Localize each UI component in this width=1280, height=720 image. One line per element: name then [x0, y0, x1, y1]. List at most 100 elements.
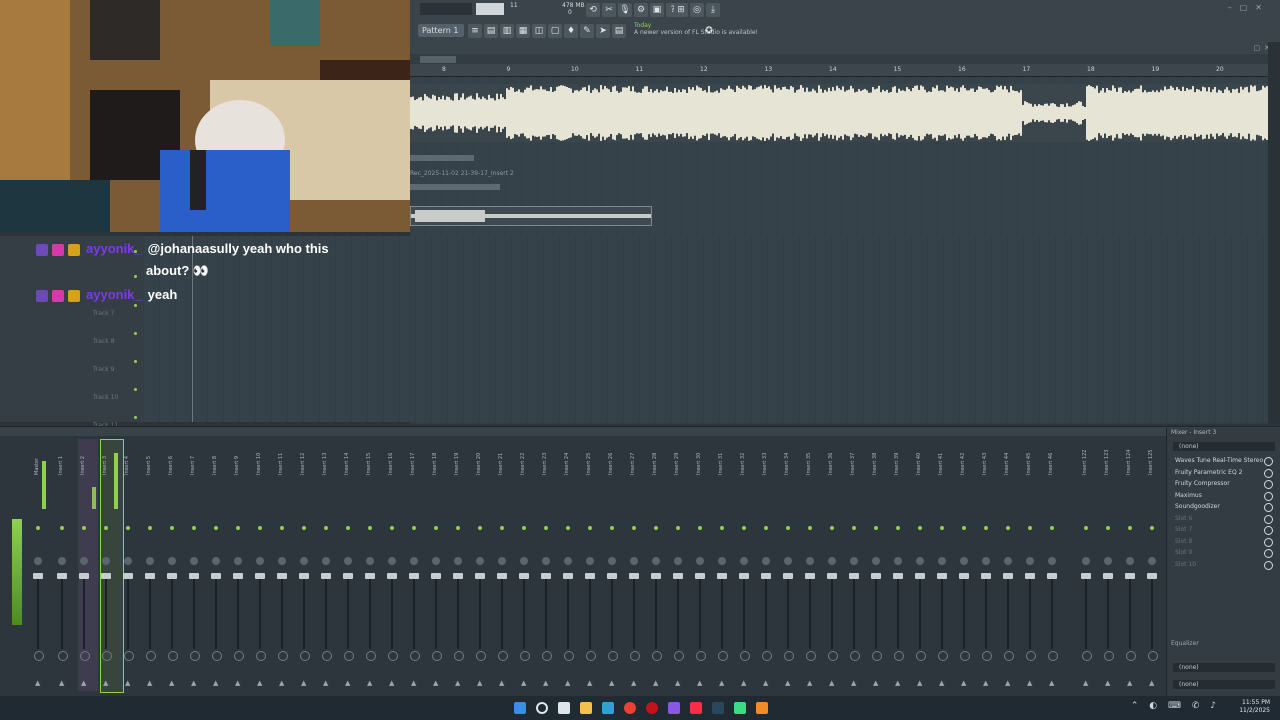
- send-knob[interactable]: [168, 651, 178, 661]
- channel-enable-led[interactable]: [1106, 526, 1110, 530]
- volume-fader[interactable]: [123, 573, 133, 579]
- channel-enable-led[interactable]: [588, 526, 592, 530]
- volume-fader[interactable]: [211, 573, 221, 579]
- send-knob[interactable]: [498, 651, 508, 661]
- channel-enable-led[interactable]: [852, 526, 856, 530]
- volume-fader[interactable]: [233, 573, 243, 579]
- volume-fader[interactable]: [343, 573, 353, 579]
- pan-knob[interactable]: [256, 557, 264, 565]
- fx-slot[interactable]: Slot 9: [1175, 548, 1277, 558]
- mixer-channel[interactable]: Insert 35 ▲: [800, 439, 820, 689]
- pan-knob[interactable]: [938, 557, 946, 565]
- route-arrow-icon[interactable]: ▲: [631, 679, 636, 687]
- pan-knob[interactable]: [1148, 557, 1156, 565]
- channel-enable-led[interactable]: [126, 526, 130, 530]
- mixer-channel[interactable]: Insert 19 ▲: [448, 439, 468, 689]
- mixer-channel[interactable]: Insert 23 ▲: [536, 439, 556, 689]
- send-knob[interactable]: [916, 651, 926, 661]
- route-arrow-icon[interactable]: ▲: [741, 679, 746, 687]
- fx-slot-mix-knob[interactable]: [1264, 537, 1273, 547]
- search-icon[interactable]: [536, 702, 548, 714]
- volume-fader[interactable]: [563, 573, 573, 579]
- pan-knob[interactable]: [1026, 557, 1034, 565]
- browser-icon[interactable]: ◫: [532, 24, 546, 38]
- task-view-icon[interactable]: [558, 702, 570, 714]
- send-knob[interactable]: [410, 651, 420, 661]
- channel-enable-led[interactable]: [632, 526, 636, 530]
- route-arrow-icon[interactable]: ▲: [917, 679, 922, 687]
- file-icon[interactable]: ▢: [548, 24, 562, 38]
- route-arrow-icon[interactable]: ▲: [873, 679, 878, 687]
- mixer-channel[interactable]: Insert 33 ▲: [756, 439, 776, 689]
- channel-enable-led[interactable]: [1128, 526, 1132, 530]
- mixer-channel[interactable]: Insert 122 ▲: [1076, 439, 1096, 689]
- route-arrow-icon[interactable]: ▲: [367, 679, 372, 687]
- send-knob[interactable]: [1104, 651, 1114, 661]
- steam-icon[interactable]: [712, 702, 724, 714]
- pan-knob[interactable]: [388, 557, 396, 565]
- playlist-timeline[interactable]: 8 9 10 11 12 13 14 15 16 17 18 19 20: [410, 64, 1268, 77]
- volume-fader[interactable]: [57, 573, 67, 579]
- route-arrow-icon[interactable]: ▲: [807, 679, 812, 687]
- fx-slot[interactable]: Slot 10: [1175, 560, 1277, 570]
- pan-knob[interactable]: [234, 557, 242, 565]
- volume-fader[interactable]: [475, 573, 485, 579]
- mixer-channel[interactable]: Insert 44 ▲: [998, 439, 1018, 689]
- route-arrow-icon[interactable]: ▲: [433, 679, 438, 687]
- channel-enable-led[interactable]: [808, 526, 812, 530]
- mixer-channel[interactable]: Insert 16 ▲: [382, 439, 402, 689]
- volume-fader[interactable]: [497, 573, 507, 579]
- route-arrow-icon[interactable]: ▲: [653, 679, 658, 687]
- route-arrow-icon[interactable]: ▲: [1083, 679, 1088, 687]
- menu-icon[interactable]: ▤: [612, 24, 626, 38]
- mixer-channel[interactable]: Insert 34 ▲: [778, 439, 798, 689]
- fx-slot-mix-knob[interactable]: [1264, 468, 1273, 478]
- mixer-channel[interactable]: Insert 32 ▲: [734, 439, 754, 689]
- channel-enable-led[interactable]: [478, 526, 482, 530]
- route-arrow-icon[interactable]: ▲: [851, 679, 856, 687]
- route-arrow-icon[interactable]: ▲: [1027, 679, 1032, 687]
- mixer-channel[interactable]: Insert 45 ▲: [1020, 439, 1040, 689]
- mixer-icon[interactable]: ▦: [516, 24, 530, 38]
- pan-knob[interactable]: [916, 557, 924, 565]
- taskbar-clock[interactable]: 11:55 PM 11/2/2025: [1239, 699, 1270, 715]
- channel-enable-led[interactable]: [104, 526, 108, 530]
- mixer-channel[interactable]: Insert 123 ▲: [1098, 439, 1118, 689]
- mixer-channel[interactable]: Insert 6 ▲: [162, 439, 182, 689]
- channel-enable-led[interactable]: [962, 526, 966, 530]
- route-arrow-icon[interactable]: ▲: [895, 679, 900, 687]
- fx-slot-mix-knob[interactable]: [1264, 491, 1273, 501]
- mixer-channel[interactable]: Insert 4 ▲: [118, 439, 138, 689]
- output-select-2[interactable]: (none): [1173, 680, 1275, 689]
- route-arrow-icon[interactable]: ▲: [257, 679, 262, 687]
- pan-knob[interactable]: [674, 557, 682, 565]
- send-knob[interactable]: [608, 651, 618, 661]
- mixer-channel[interactable]: Insert 37 ▲: [844, 439, 864, 689]
- volume-fader[interactable]: [1147, 573, 1157, 579]
- mixer-channel[interactable]: Insert 42 ▲: [954, 439, 974, 689]
- mixer-channel[interactable]: Insert 22 ▲: [514, 439, 534, 689]
- channel-enable-led[interactable]: [1084, 526, 1088, 530]
- channel-enable-led[interactable]: [170, 526, 174, 530]
- pan-knob[interactable]: [872, 557, 880, 565]
- send-knob[interactable]: [80, 651, 90, 661]
- channel-enable-led[interactable]: [390, 526, 394, 530]
- channel-enable-led[interactable]: [500, 526, 504, 530]
- file-explorer-icon[interactable]: [580, 702, 592, 714]
- fx-slot[interactable]: Maximus: [1175, 491, 1277, 501]
- volume-fader[interactable]: [431, 573, 441, 579]
- pan-knob[interactable]: [850, 557, 858, 565]
- send-knob[interactable]: [234, 651, 244, 661]
- send-knob[interactable]: [322, 651, 332, 661]
- track-label[interactable]: Track 10: [93, 394, 118, 401]
- track-enable-dot[interactable]: [134, 275, 137, 278]
- pan-knob[interactable]: [806, 557, 814, 565]
- channel-enable-led[interactable]: [1150, 526, 1154, 530]
- mixer-channel[interactable]: Insert 125 ▲: [1142, 439, 1162, 689]
- piano-roll-icon[interactable]: ▤: [484, 24, 498, 38]
- pan-knob[interactable]: [278, 557, 286, 565]
- fx-slot-mix-knob[interactable]: [1264, 560, 1273, 570]
- send-knob[interactable]: [564, 651, 574, 661]
- mixer-channel[interactable]: Insert 15 ▲: [360, 439, 380, 689]
- pan-knob[interactable]: [784, 557, 792, 565]
